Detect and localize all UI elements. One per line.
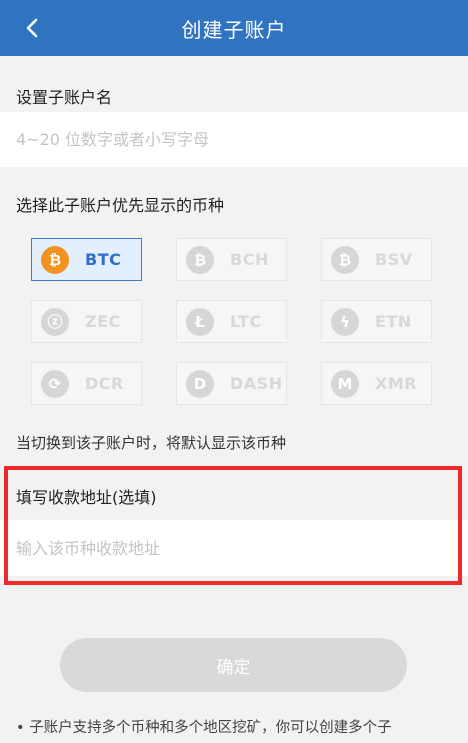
confirm-button[interactable]: 确定 [60,638,407,692]
btc-icon: ₿ [41,245,69,274]
ltc-icon: Ł [186,307,214,336]
account-name-input[interactable] [16,130,456,149]
coin-label: ETN [375,312,412,331]
coin-label: BTC [85,250,122,269]
coin-option-dash[interactable]: D DASH [176,362,287,405]
coin-grid: ₿ BTC ₿ BCH ₿ BSV ⓩ ZEC Ł LTC ϟ ETN ⟳ DC… [0,232,468,412]
back-button[interactable] [20,14,44,42]
coin-label: BSV [375,250,413,269]
coin-option-zec[interactable]: ⓩ ZEC [31,300,142,343]
coin-label: DCR [85,374,124,393]
coin-option-bch[interactable]: ₿ BCH [176,238,287,281]
header-bar: 创建子账户 [0,0,468,56]
coin-default-note: 当切换到该子账户时，将默认显示该币种 [16,434,287,452]
highlight-annotation [4,466,462,585]
coin-option-dcr[interactable]: ⟳ DCR [31,362,142,405]
coin-label: DASH [230,374,283,393]
coin-select-label: 选择此子账户优先显示的币种 [16,196,225,215]
coin-option-bsv[interactable]: ₿ BSV [321,238,432,281]
coin-option-etn[interactable]: ϟ ETN [321,300,432,343]
zec-icon: ⓩ [41,307,69,336]
coin-label: XMR [375,374,418,393]
dash-icon: D [186,369,214,398]
page-title: 创建子账户 [181,17,287,42]
account-name-label: 设置子账户名 [16,88,113,107]
etn-icon: ϟ [331,307,359,336]
chevron-left-icon [26,18,38,38]
dcr-icon: ⟳ [41,369,69,398]
coin-option-ltc[interactable]: Ł LTC [176,300,287,343]
coin-option-xmr[interactable]: M XMR [321,362,432,405]
account-name-row [0,112,468,167]
coin-option-btc[interactable]: ₿ BTC [31,238,142,281]
coin-label: ZEC [85,312,121,331]
footnote-text: • 子账户支持多个币种和多个地区挖矿，你可以创建多个子 [16,720,392,736]
bch-icon: ₿ [186,245,214,274]
coin-label: BCH [230,250,269,269]
coin-label: LTC [230,312,262,331]
xmr-icon: M [331,369,359,398]
bsv-icon: ₿ [331,245,359,274]
